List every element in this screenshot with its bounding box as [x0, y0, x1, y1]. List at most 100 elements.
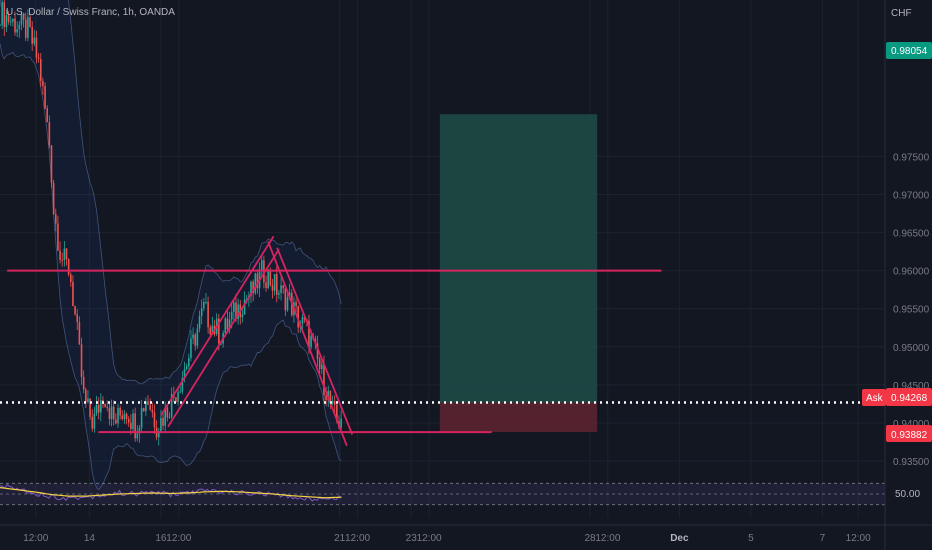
target-zone[interactable]: [439, 114, 598, 403]
stop-price-label: 0.93882: [891, 430, 928, 441]
candle-body: [35, 37, 38, 58]
candle-body: [29, 17, 31, 27]
candle-body: [151, 409, 154, 413]
time-tick-label: 12:00: [166, 533, 191, 544]
candle-body: [57, 223, 59, 251]
candle-body: [127, 418, 130, 423]
candle-body: [196, 328, 199, 346]
candle-body: [175, 397, 177, 402]
price-tick-label: 0.95500: [893, 305, 930, 316]
price-tick-label: 0.96000: [893, 267, 930, 278]
candle-body: [115, 419, 117, 424]
candle-body: [269, 271, 272, 286]
candle-body: [42, 80, 44, 87]
candle-body: [67, 259, 70, 275]
candle-body: [63, 248, 66, 260]
price-tick-label: 0.95000: [893, 343, 930, 354]
candle-body: [200, 308, 203, 317]
candle-body: [149, 404, 151, 410]
candle-body: [194, 334, 197, 346]
ask-price-label: 0.94268: [891, 393, 928, 404]
price-tick-label: 0.97000: [893, 190, 930, 201]
candle-body: [31, 26, 33, 44]
candle-body: [282, 285, 284, 289]
candle-body: [97, 404, 100, 413]
candle-body: [24, 19, 27, 38]
candle-body: [87, 398, 89, 403]
time-tick-label: 12:00: [595, 533, 620, 544]
candle-body: [153, 412, 156, 428]
candle-body: [185, 366, 188, 370]
time-tick-label: 21: [334, 533, 346, 544]
candle-body: [323, 364, 325, 396]
candle-body: [241, 314, 244, 318]
candle-body: [93, 413, 96, 429]
candle-body: [91, 416, 94, 429]
candle-body: [95, 404, 98, 414]
candle-body: [188, 357, 190, 367]
candle-body: [271, 285, 274, 291]
candle-body: [333, 401, 336, 405]
price-tick-label: 0.97500: [893, 152, 930, 163]
candle-body: [136, 433, 139, 439]
candle-body: [295, 302, 297, 307]
candle-body: [134, 413, 136, 439]
candle-body: [267, 271, 269, 289]
chart-canvas[interactable]: 0.97500 0.97000 0.96500 0.96000 0.95500 0.950…: [0, 0, 932, 550]
candle-body: [76, 314, 79, 323]
candle-body: [44, 86, 46, 109]
candle-body: [254, 273, 257, 294]
candle-body: [147, 401, 149, 405]
candle-body: [52, 182, 55, 215]
candle-body: [3, 2, 6, 27]
candle-body: [278, 292, 280, 295]
time-tick-label: 12:00: [417, 533, 442, 544]
candle-body: [72, 281, 74, 307]
candle-body: [179, 391, 182, 393]
target-price-label: 0.98054: [891, 46, 928, 57]
candle-body: [233, 302, 235, 312]
time-tick-label: 23: [406, 533, 418, 544]
candle-body: [310, 336, 312, 348]
candle-body: [46, 108, 48, 123]
candle-body: [130, 422, 132, 429]
time-tick-label: 7: [820, 533, 826, 544]
time-tick-label: 12:00: [23, 533, 48, 544]
candle-body: [65, 248, 68, 260]
candle-body: [260, 260, 263, 271]
time-tick-label: 16: [155, 533, 167, 544]
candle-body: [280, 285, 282, 293]
candle-body: [1, 2, 3, 26]
candle-body: [140, 407, 143, 428]
candle-body: [203, 302, 205, 309]
candle-body: [82, 376, 85, 390]
candle-body: [117, 407, 119, 424]
candle-body: [18, 24, 21, 30]
price-tick-label: 0.93500: [893, 457, 930, 468]
time-tick-label: 28: [584, 533, 596, 544]
candle-body: [110, 406, 113, 419]
stop-zone[interactable]: [439, 402, 598, 432]
currency-label: CHF: [891, 8, 912, 19]
candle-body: [321, 364, 323, 369]
candle-body: [70, 274, 72, 282]
candle-body: [108, 407, 111, 419]
candle-body: [119, 407, 121, 416]
candle-body: [12, 18, 14, 22]
candle-body: [162, 417, 164, 426]
candle-body: [284, 288, 287, 311]
candle-body: [205, 301, 207, 303]
candle-body: [33, 37, 36, 44]
candle-body: [177, 392, 179, 402]
position-zones[interactable]: [439, 114, 598, 432]
candle-body: [59, 250, 61, 260]
candle-body: [39, 58, 42, 81]
candle-body: [0, 25, 1, 27]
candle-body: [74, 306, 76, 315]
candle-body: [78, 322, 81, 345]
candle-body: [132, 413, 134, 429]
candle-body: [48, 122, 51, 146]
candle-body: [85, 389, 87, 403]
candle-body: [37, 57, 40, 59]
time-tick-label: 12:00: [345, 533, 370, 544]
